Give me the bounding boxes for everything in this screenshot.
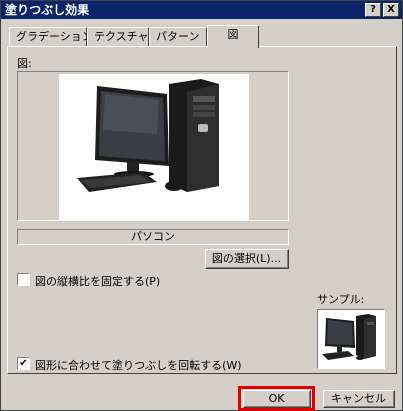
close-button[interactable]: X: [383, 3, 399, 17]
title-bar: 塗りつぶし効果 ? X: [1, 1, 402, 19]
tab-gradient[interactable]: グラデーション: [9, 27, 93, 47]
select-picture-label: 図の選択(L)...: [206, 250, 288, 268]
sample-preview: [317, 309, 385, 369]
window-title: 塗りつぶし効果: [5, 3, 90, 17]
rotate-with-shape-label: 図形に合わせて塗りつぶしを回転する(W): [35, 359, 242, 372]
picture-preview: [59, 74, 249, 220]
tab-picture[interactable]: 図: [207, 25, 259, 48]
tab-pattern-label: パターン: [156, 30, 200, 43]
sample-label: サンプル:: [317, 293, 365, 306]
help-button[interactable]: ?: [365, 3, 381, 17]
tab-gradient-label: グラデーション: [16, 30, 93, 43]
select-picture-button[interactable]: 図の選択(L)...: [205, 249, 289, 269]
cancel-label: キャンセル: [324, 391, 394, 407]
tab-texture[interactable]: テクスチャ: [87, 27, 149, 47]
lock-aspect-ratio-checkbox[interactable]: [17, 273, 30, 286]
picture-section-label: 図:: [17, 57, 32, 70]
tab-pattern[interactable]: パターン: [149, 27, 207, 47]
ok-highlight-frame: [238, 386, 315, 411]
computer-image: [77, 79, 219, 192]
rotate-with-shape-checkbox[interactable]: ✔: [17, 357, 30, 370]
fill-effects-dialog: 塗りつぶし効果 ? X グラデーション テクスチャ パターン 図 図: パソコン…: [0, 0, 403, 411]
tab-picture-label: 図: [227, 28, 239, 41]
tab-texture-label: テクスチャ: [94, 30, 149, 43]
lock-aspect-ratio-label: 図の縦横比を固定する(P): [35, 275, 161, 288]
cancel-button[interactable]: キャンセル: [323, 390, 395, 408]
sample-computer-image: [322, 314, 376, 360]
picture-name-field: パソコン: [17, 229, 289, 245]
picture-preview-frame: [17, 71, 289, 221]
